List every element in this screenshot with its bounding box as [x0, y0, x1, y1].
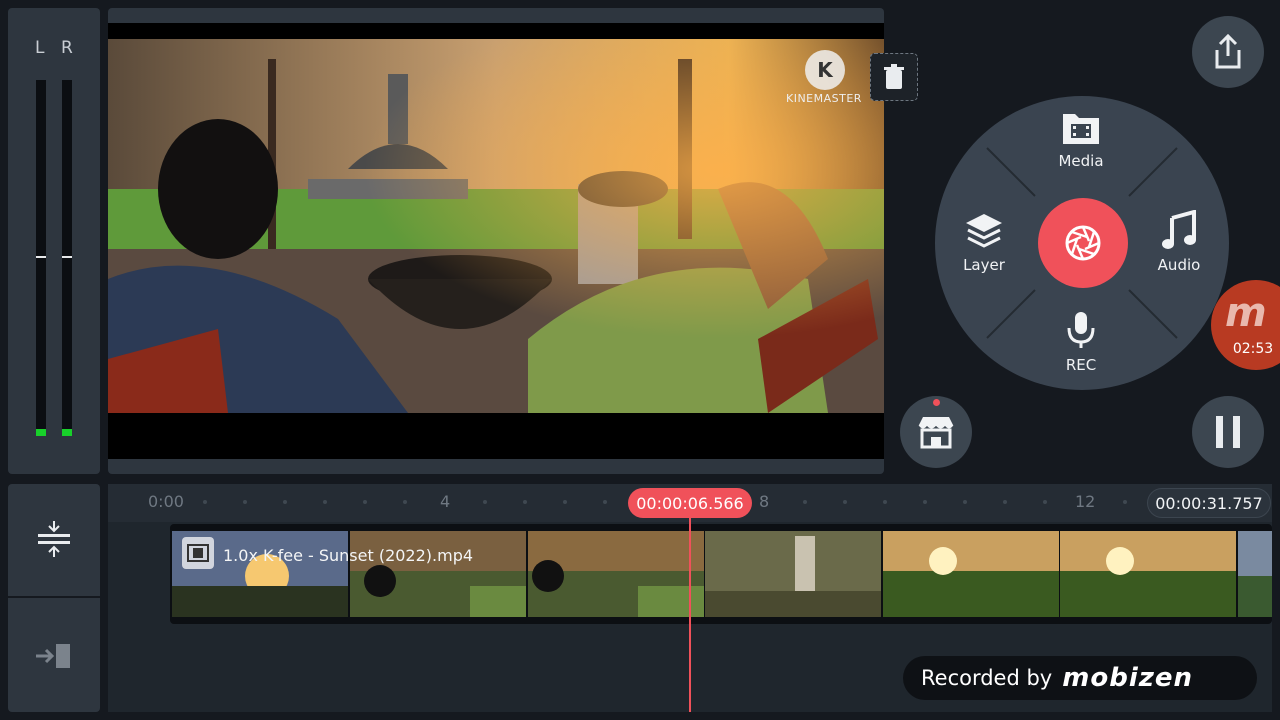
- ruler-tick: [1003, 500, 1007, 504]
- ruler-tick: [203, 500, 207, 504]
- ruler-tick: [363, 500, 367, 504]
- film-icon: [187, 544, 209, 562]
- recorded-by-banner: Recorded by mobizen: [903, 656, 1257, 700]
- meter-left-label: L: [35, 38, 45, 58]
- clip-thumbnail: [883, 531, 1059, 617]
- tick-label-8: 8: [759, 492, 770, 511]
- clip-thumbnail: [1238, 531, 1272, 617]
- export-button[interactable]: [1192, 16, 1264, 88]
- meter-left-level: [36, 428, 46, 436]
- audio-button[interactable]: Audio: [1144, 210, 1214, 274]
- capture-button[interactable]: [1038, 198, 1128, 288]
- ruler-tick: [243, 500, 247, 504]
- rec-label: REC: [1065, 356, 1097, 374]
- store-icon: [918, 417, 954, 449]
- delete-button[interactable]: [870, 53, 918, 101]
- arrow-to-bar-icon: [36, 644, 70, 668]
- ruler-tick: [603, 500, 607, 504]
- mobizen-m-icon: m: [1225, 290, 1267, 336]
- ruler-tick: [283, 500, 287, 504]
- layers-icon: [966, 214, 1002, 248]
- layer-button[interactable]: Layer: [949, 212, 1019, 274]
- clip-thumbnail: [1060, 531, 1236, 617]
- ruler-tick: [1123, 500, 1127, 504]
- jump-to-end-button[interactable]: [28, 632, 80, 680]
- meter-right-bar: [62, 80, 72, 436]
- ruler-tick: [963, 500, 967, 504]
- ruler-tick: [563, 500, 567, 504]
- store-button[interactable]: [900, 396, 972, 468]
- ruler-tick: [923, 500, 927, 504]
- ruler-tick: [483, 500, 487, 504]
- audio-label: Audio: [1157, 256, 1201, 274]
- camera-shutter-icon: [1065, 225, 1101, 261]
- kinemaster-watermark: KINEMASTER: [786, 92, 862, 105]
- ruler-tick: [883, 500, 887, 504]
- expand-vertical-icon: [38, 521, 70, 557]
- meter-right-label: R: [61, 38, 73, 58]
- kinemaster-logo: K: [805, 50, 845, 90]
- ruler-tick: [523, 500, 527, 504]
- tick-label-0: 0:00: [148, 492, 184, 511]
- music-note-icon: [1162, 210, 1196, 249]
- meter-left-bar: [36, 80, 46, 436]
- trash-icon: [884, 64, 904, 89]
- ruler-tick: [403, 500, 407, 504]
- microphone-icon: [1067, 312, 1095, 348]
- mobizen-record-time: 02:53: [1232, 341, 1274, 357]
- media-button[interactable]: Media: [1046, 110, 1116, 170]
- playhead-line[interactable]: [689, 518, 691, 712]
- clip-thumbnail: [350, 531, 526, 617]
- tools-divider: [8, 596, 100, 598]
- pause-button[interactable]: [1192, 396, 1264, 468]
- video-clip[interactable]: [170, 524, 1272, 624]
- ruler-tick: [1043, 500, 1047, 504]
- clip-name: 1.0x K-fee - Sunset (2022).mp4: [223, 546, 474, 565]
- clip-thumbnail: [528, 531, 704, 617]
- audio-meter-panel: [8, 8, 100, 474]
- clip-type-badge: [182, 537, 214, 569]
- ruler-tick: [843, 500, 847, 504]
- expand-timeline-button[interactable]: [28, 515, 80, 563]
- layer-label: Layer: [963, 256, 1005, 274]
- video-preview[interactable]: K KINEMASTER: [108, 8, 884, 474]
- meter-right-level: [62, 428, 72, 436]
- tick-label-12: 12: [1075, 492, 1096, 511]
- clip-thumbnail: [705, 531, 881, 617]
- recorded-by-text: Recorded by: [921, 666, 1053, 690]
- pause-icon: [1216, 416, 1240, 448]
- media-label: Media: [1058, 152, 1104, 170]
- ruler-tick: [323, 500, 327, 504]
- rec-button[interactable]: REC: [1046, 310, 1116, 374]
- tick-label-4: 4: [440, 492, 451, 511]
- ruler-tick: [803, 500, 807, 504]
- media-folder-icon: [1063, 114, 1099, 144]
- total-duration: 00:00:31.757: [1147, 488, 1271, 518]
- playhead-time[interactable]: 00:00:06.566: [628, 488, 752, 518]
- share-icon: [1215, 34, 1241, 69]
- preview-image: [108, 39, 884, 413]
- store-notification-dot: [933, 399, 940, 406]
- mobizen-brand: mobizen: [1062, 663, 1194, 693]
